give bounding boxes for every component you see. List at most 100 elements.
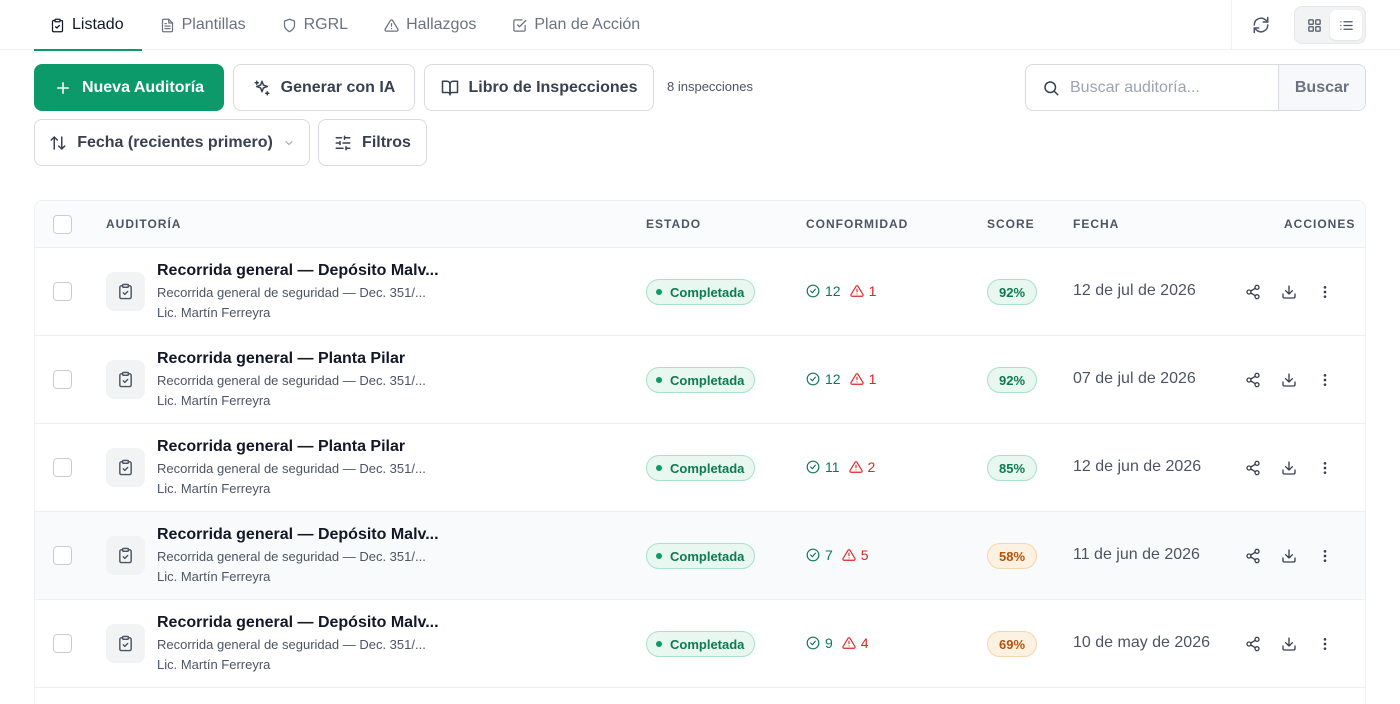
audit-title[interactable]: Recorrida general — Depósito Malv... [157,526,439,544]
more-vertical-icon [1323,637,1326,650]
download-button[interactable] [1277,456,1300,479]
download-icon [1281,284,1296,299]
conformity-counts: 12 1 [806,283,876,299]
column-auditoria: AUDITORÍA [106,217,182,231]
status-text: Completada [670,636,745,652]
share-button[interactable] [1241,632,1264,655]
table-row[interactable]: Recorrida general — Depósito Malv... Rec… [35,512,1365,600]
more-options-button[interactable] [1313,280,1336,303]
table-row[interactable]: Recorrida general — Planta Pilar Recorri… [35,336,1365,424]
download-button[interactable] [1277,632,1300,655]
grid-view-button[interactable] [1298,10,1330,40]
share-button[interactable] [1241,280,1264,303]
share-button[interactable] [1241,368,1264,391]
sort-dropdown[interactable]: Fecha (recientes primero) [34,119,310,166]
search-input[interactable] [1070,78,1260,97]
table-row[interactable]: Recorrida general — Depósito Malv... Rec… [35,600,1365,688]
conformity-counts: 12 1 [806,371,876,387]
tab-bar: Listado Plantillas RGRL Hallazgos Plan d… [34,0,658,51]
row-actions [1241,368,1336,391]
conforming-count: 12 [806,283,841,299]
status-text: Completada [670,284,745,300]
search-bar: Buscar [1025,64,1366,111]
check-circle-icon [806,372,820,386]
more-options-button[interactable] [1313,368,1336,391]
filters-button[interactable]: Filtros [318,119,427,166]
generate-ai-label: Generar con IA [280,78,396,96]
more-options-button[interactable] [1313,456,1336,479]
select-all-checkbox[interactable] [53,215,72,234]
audit-subtitle: Recorrida general de seguridad — Dec. 35… [157,637,426,652]
download-button[interactable] [1277,280,1300,303]
column-score: SCORE [987,217,1035,231]
inspection-book-button[interactable]: Libro de Inspecciones [424,64,654,111]
conforming-value: 12 [825,283,841,299]
more-vertical-icon [1323,373,1326,386]
inspection-count: 8 inspecciones [667,79,753,94]
book-open-icon [441,80,458,95]
row-checkbox[interactable] [53,282,72,301]
list-view-button[interactable] [1330,10,1362,40]
audit-author: Lic. Martín Ferreyra [157,569,271,584]
alert-triangle-icon [842,637,856,649]
status-dot [656,553,662,559]
new-audit-button[interactable]: Nueva Auditoría [34,64,224,111]
view-controls [1231,0,1400,50]
download-icon [1281,460,1296,475]
conforming-count: 11 [806,459,840,475]
chevron-down-icon [285,140,293,145]
score-badge: 69% [987,631,1037,657]
row-checkbox[interactable] [53,458,72,477]
row-checkbox[interactable] [53,546,72,565]
table-row[interactable]: Recorrida general — Planta Pilar Recorri… [35,424,1365,512]
column-fecha: FECHA [1073,217,1120,231]
row-actions [1241,544,1336,567]
download-button[interactable] [1277,544,1300,567]
nonconforming-count: 2 [848,459,875,475]
list-icon [1339,20,1353,30]
status-text: Completada [670,548,745,564]
row-checkbox[interactable] [53,634,72,653]
generate-ai-button[interactable]: Generar con IA [233,64,415,111]
tab-rgrl[interactable]: RGRL [264,0,366,50]
status-badge: Completada [646,367,756,393]
grid-icon [1307,18,1321,32]
table-row[interactable]: Recorrida general — Depósito Malv... Rec… [35,248,1365,336]
status-badge: Completada [646,631,756,657]
top-navigation: Listado Plantillas RGRL Hallazgos Plan d… [0,0,1400,51]
share-icon [1245,372,1260,387]
search-button[interactable]: Buscar [1278,65,1365,110]
more-options-button[interactable] [1313,632,1336,655]
sliders-icon [335,135,351,150]
audit-icon-box [106,624,145,663]
tab-plan-de-accion[interactable]: Plan de Acción [494,0,658,50]
download-button[interactable] [1277,368,1300,391]
more-vertical-icon [1323,549,1326,562]
tab-hallazgos[interactable]: Hallazgos [366,0,494,50]
audit-author: Lic. Martín Ferreyra [157,481,271,496]
audit-title[interactable]: Recorrida general — Depósito Malv... [157,262,439,280]
download-icon [1281,548,1296,563]
search-field [1026,65,1278,110]
download-icon [1281,636,1296,651]
row-actions [1241,632,1336,655]
share-button[interactable] [1241,456,1264,479]
audit-icon-box [106,360,145,399]
tab-label: Hallazgos [406,16,477,33]
nonconforming-count: 5 [842,547,869,563]
share-button[interactable] [1241,544,1264,567]
audit-title[interactable]: Recorrida general — Planta Pilar [157,350,405,368]
refresh-button[interactable] [1246,10,1276,40]
alert-triangle-icon [384,18,399,32]
clipboard-check-icon [51,18,64,32]
audit-title[interactable]: Recorrida general — Depósito Malv... [157,614,439,632]
audit-author: Lic. Martín Ferreyra [157,657,271,672]
more-options-button[interactable] [1313,544,1336,567]
row-checkbox[interactable] [53,370,72,389]
tab-listado[interactable]: Listado [34,0,142,51]
share-icon [1245,548,1260,563]
tab-plantillas[interactable]: Plantillas [142,0,264,50]
audit-title[interactable]: Recorrida general — Planta Pilar [157,438,405,456]
nonconforming-count: 1 [849,283,876,299]
inspection-book-label: Libro de Inspecciones [468,78,638,96]
